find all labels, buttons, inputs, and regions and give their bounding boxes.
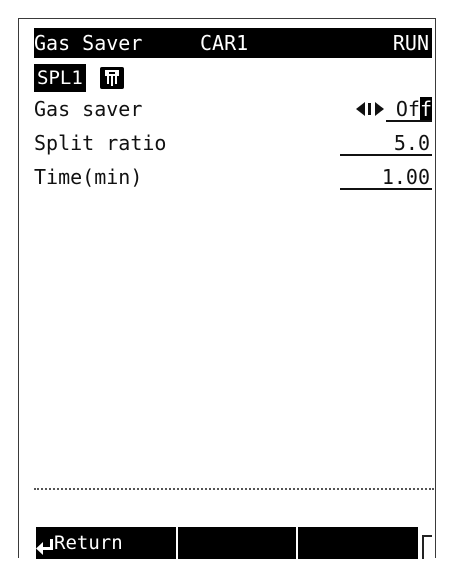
value-underline — [340, 188, 432, 190]
softkey-blank-3[interactable] — [298, 529, 416, 557]
softkey-bar: Return — [36, 527, 418, 559]
left-right-arrows-icon[interactable] — [356, 101, 384, 117]
param-label: Time(min) — [34, 165, 143, 189]
carrier-label: CAR1 — [200, 31, 249, 55]
title-bar: Gas Saver CAR1 RUN — [34, 28, 432, 58]
return-label: Return — [54, 532, 123, 554]
run-status: RUN — [392, 31, 429, 55]
channel-label: SPL1 — [34, 64, 86, 92]
param-row-split-ratio[interactable]: Split ratio 5.0 — [34, 128, 432, 158]
return-softkey[interactable]: Return — [36, 529, 176, 557]
divider — [34, 488, 434, 490]
screen-title: Gas Saver — [34, 31, 143, 55]
param-row-time[interactable]: Time(min) 1.00 — [34, 162, 432, 192]
value-underline — [340, 154, 432, 156]
param-label: Gas saver — [34, 97, 143, 121]
param-label: Split ratio — [34, 131, 167, 155]
value-underline — [386, 120, 432, 122]
softkey-blank-2[interactable] — [178, 529, 296, 557]
param-row-gas-saver[interactable]: Gas saver Off — [34, 94, 432, 124]
injector-icon — [100, 67, 124, 89]
return-arrow-icon — [36, 535, 54, 563]
softkey-edge — [422, 535, 432, 559]
edit-cursor: f — [419, 97, 432, 121]
